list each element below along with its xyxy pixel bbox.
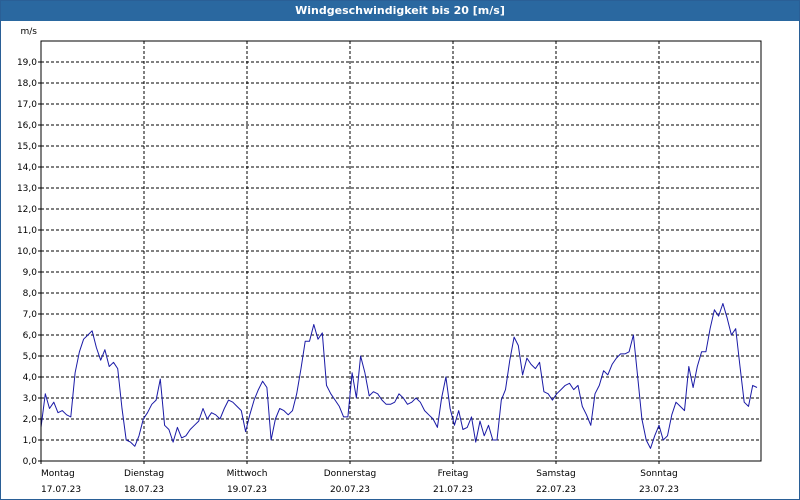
y-tick-label: 1,0 bbox=[23, 436, 38, 446]
x-day-label: Sonntag bbox=[640, 469, 677, 479]
y-tick-label: 3,0 bbox=[23, 394, 38, 404]
y-tick-label: 11,0 bbox=[17, 226, 37, 236]
y-tick-label: 18,0 bbox=[17, 79, 37, 89]
series-layer bbox=[40, 303, 758, 449]
x-date-label: 19.07.23 bbox=[227, 485, 267, 495]
grid-lines bbox=[41, 41, 761, 461]
y-tick-label: 7,0 bbox=[23, 310, 38, 320]
y-tick-label: 12,0 bbox=[17, 205, 37, 215]
x-day-label: Dienstag bbox=[124, 469, 164, 479]
x-date-label: 17.07.23 bbox=[41, 485, 81, 495]
x-day-label: Mittwoch bbox=[227, 469, 268, 479]
y-tick-label: 16,0 bbox=[17, 121, 37, 131]
y-tick-label: 19,0 bbox=[17, 58, 37, 68]
x-day-label: Freitag bbox=[438, 469, 469, 479]
x-day-label: Montag bbox=[41, 469, 75, 479]
chart-window: Windgeschwindigkeit bis 20 [m/s] 0,0 1,0 2… bbox=[0, 0, 800, 500]
y-tick-label: 17,0 bbox=[17, 100, 37, 110]
x-date-label: 22.07.23 bbox=[536, 485, 576, 495]
y-tick-label: 5,0 bbox=[23, 352, 38, 362]
y-tick-label: 0,0 bbox=[23, 457, 38, 467]
y-tick-label: 6,0 bbox=[23, 331, 38, 341]
y-tick-label: 13,0 bbox=[17, 184, 37, 194]
y-tick-label: 2,0 bbox=[23, 415, 38, 425]
wind-speed-line bbox=[40, 303, 758, 449]
x-day-label: Donnerstag bbox=[324, 469, 377, 479]
x-date-label: 23.07.23 bbox=[639, 485, 679, 495]
y-tick-label: 4,0 bbox=[23, 373, 38, 383]
y-tick-label: 14,0 bbox=[17, 163, 37, 173]
y-axis-unit: m/s bbox=[21, 27, 38, 37]
x-date-label: 18.07.23 bbox=[124, 485, 164, 495]
wind-speed-chart: 0,0 1,0 2,0 3,0 4,0 5,0 6,0 7,0 8,0 9,0 10,0 11,0 12… bbox=[17, 27, 762, 495]
axis-labels: 0,0 1,0 2,0 3,0 4,0 5,0 6,0 7,0 8,0 9,0 10,0 11,0 12… bbox=[17, 27, 679, 495]
y-tick-label: 9,0 bbox=[23, 268, 38, 278]
x-date-label: 21.07.23 bbox=[433, 485, 473, 495]
x-day-label: Samstag bbox=[536, 469, 575, 479]
y-tick-label: 15,0 bbox=[17, 142, 37, 152]
chart-title: Windgeschwindigkeit bis 20 [m/s] bbox=[1, 1, 799, 21]
y-tick-label: 8,0 bbox=[23, 289, 38, 299]
x-date-label: 20.07.23 bbox=[330, 485, 370, 495]
y-tick-label: 10,0 bbox=[17, 247, 37, 257]
